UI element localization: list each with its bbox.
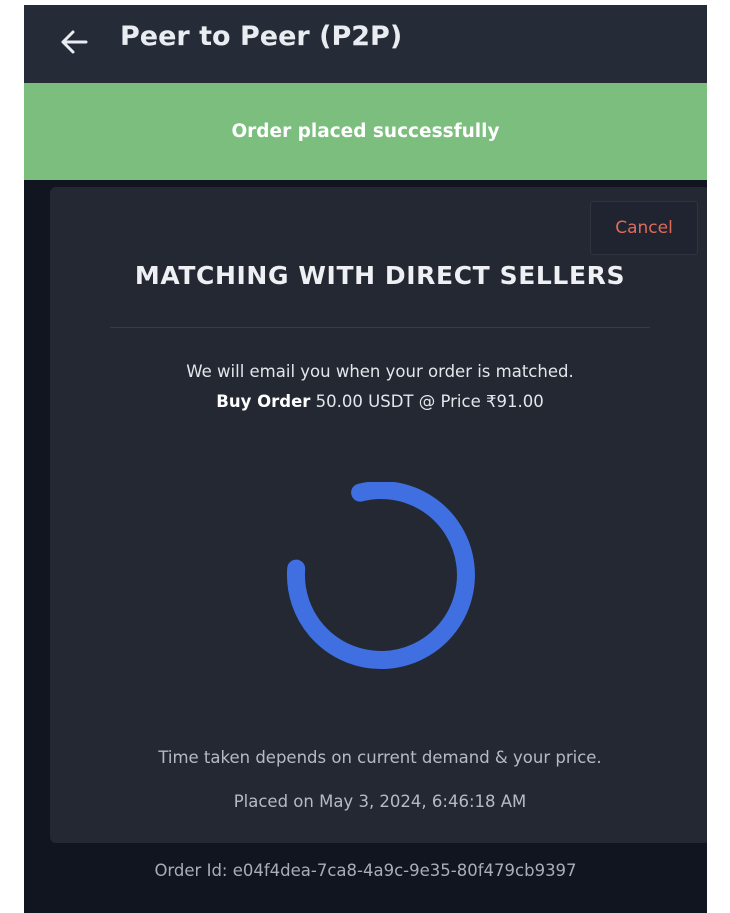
success-banner: Order placed successfully [24,83,707,180]
success-banner-text: Order placed successfully [231,121,500,142]
order-type: Buy Order [216,392,311,411]
loading-spinner-icon [286,482,475,669]
app-bar: Peer to Peer (P2P) [24,5,707,83]
arrow-left-icon [61,30,88,54]
matching-card: Cancel MATCHING WITH DIRECT SELLERS We w… [50,187,707,843]
email-notice: We will email you when your order is mat… [186,362,574,381]
order-amount: 50.00 USDT @ Price ₹91.00 [315,392,544,411]
page-title: Peer to Peer (P2P) [120,21,403,52]
placed-on-timestamp: Placed on May 3, 2024, 6:46:18 AM [233,792,527,811]
cancel-button[interactable]: Cancel [590,201,698,255]
demand-notice: Time taken depends on current demand & y… [158,748,602,767]
order-summary: Buy Order 50.00 USDT @ Price ₹91.00 [50,392,707,411]
divider [110,327,650,328]
order-id: Order Id: e04f4dea-7ca8-4a9c-9e35-80f479… [154,861,577,880]
matching-heading: MATCHING WITH DIRECT SELLERS [134,261,626,290]
back-button[interactable] [54,22,94,62]
p2p-screen: Peer to Peer (P2P) Order placed successf… [24,5,707,913]
